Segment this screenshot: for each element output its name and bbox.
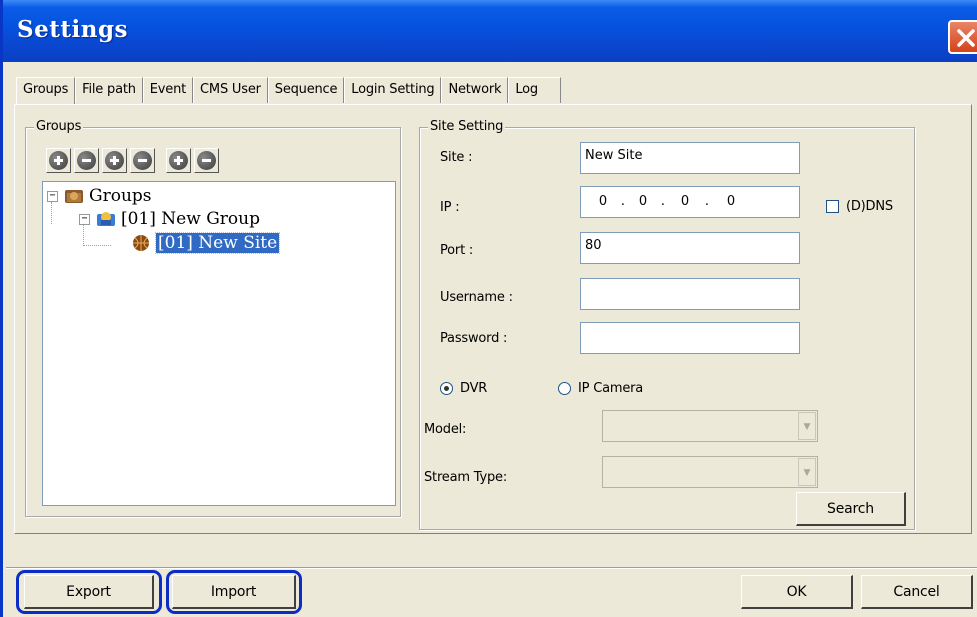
- move-up-button[interactable]: [166, 148, 191, 173]
- ddns-checkbox[interactable]: [826, 200, 839, 213]
- move-down-icon: [197, 151, 216, 170]
- port-label: Port :: [440, 243, 474, 258]
- tree-node-root[interactable]: − Groups: [47, 186, 152, 206]
- ip-dot: .: [620, 194, 626, 209]
- import-highlight: [166, 570, 302, 614]
- ip-dot: .: [660, 194, 666, 209]
- add-group-button[interactable]: [46, 148, 71, 173]
- tab-sequence[interactable]: Sequence: [267, 77, 345, 103]
- tab-login-setting[interactable]: Login Setting: [344, 77, 442, 103]
- ip-camera-radio-label: IP Camera: [578, 381, 644, 396]
- remove-group-icon: [77, 151, 96, 170]
- collapse-toggle[interactable]: −: [79, 213, 90, 225]
- group-icon: [96, 210, 116, 228]
- tab-strip: Groups File path Event CMS User Sequence…: [16, 77, 561, 105]
- dvr-radio[interactable]: [440, 382, 453, 395]
- ip-octet-2: 0: [638, 194, 648, 209]
- tree-label-site: [01] New Site: [154, 232, 281, 254]
- tab-cms-user[interactable]: CMS User: [193, 77, 268, 103]
- cancel-button[interactable]: Cancel: [861, 575, 973, 609]
- add-group-icon: [49, 151, 68, 170]
- remove-site-button[interactable]: [130, 148, 155, 173]
- dvr-radio-label: DVR: [460, 381, 488, 396]
- close-button[interactable]: [948, 20, 977, 54]
- site-input[interactable]: New Site: [580, 142, 800, 174]
- window-title: Settings: [17, 16, 128, 43]
- model-label: Model:: [424, 422, 467, 437]
- site-globe-icon: [131, 234, 151, 252]
- add-site-icon: [105, 151, 124, 170]
- dialog-body: Groups File path Event CMS User Sequence…: [6, 62, 977, 617]
- groups-folder-icon: [64, 187, 84, 205]
- groups-groupbox-label: Groups: [34, 119, 84, 134]
- settings-window: Settings Groups File path Event CMS User…: [0, 0, 977, 617]
- site-setting-groupbox: Site Setting Site : New Site IP : 0 . 0 …: [419, 119, 915, 530]
- chevron-down-icon[interactable]: ▼: [798, 412, 816, 440]
- tab-event[interactable]: Event: [142, 77, 194, 103]
- username-input[interactable]: [580, 278, 800, 310]
- groups-toolbar: [46, 148, 222, 173]
- ip-label: IP :: [440, 200, 460, 215]
- move-down-button[interactable]: [194, 148, 219, 173]
- ip-input[interactable]: 0 . 0 . 0 . 0: [580, 186, 800, 218]
- username-label: Username :: [440, 290, 513, 305]
- tree-node-group[interactable]: − [01] New Group: [79, 209, 260, 229]
- title-bar[interactable]: Settings: [3, 0, 977, 62]
- ddns-label: (D)DNS: [846, 199, 893, 214]
- search-button[interactable]: Search: [796, 492, 906, 526]
- stream-type-select[interactable]: ▼: [602, 456, 818, 488]
- groups-groupbox: Groups − Groups − [01] New Group [01] Ne…: [25, 119, 401, 517]
- ip-dot: .: [704, 194, 710, 209]
- tab-file-path[interactable]: File path: [75, 77, 143, 103]
- port-input[interactable]: 80: [580, 232, 800, 264]
- tab-groups[interactable]: Groups: [16, 77, 76, 105]
- ok-button[interactable]: OK: [741, 575, 853, 609]
- site-label: Site :: [440, 150, 473, 165]
- groups-tree[interactable]: − Groups − [01] New Group [01] New Site: [42, 181, 396, 506]
- add-site-button[interactable]: [102, 148, 127, 173]
- footer-separator: [6, 567, 977, 569]
- password-input[interactable]: [580, 322, 800, 354]
- tree-node-site[interactable]: [01] New Site: [131, 232, 281, 254]
- model-select[interactable]: ▼: [602, 410, 818, 442]
- close-icon: [957, 29, 975, 47]
- tab-log[interactable]: Log: [508, 77, 561, 103]
- remove-group-button[interactable]: [74, 148, 99, 173]
- tree-label-group: [01] New Group: [121, 209, 260, 229]
- site-setting-label: Site Setting: [428, 119, 506, 134]
- password-label: Password :: [440, 331, 508, 346]
- move-up-icon: [169, 151, 188, 170]
- tab-network[interactable]: Network: [441, 77, 509, 103]
- export-highlight: [16, 570, 162, 614]
- remove-site-icon: [133, 151, 152, 170]
- ip-octet-1: 0: [598, 194, 608, 209]
- ip-octet-4: 0: [726, 194, 736, 209]
- collapse-toggle[interactable]: −: [47, 190, 58, 202]
- ip-camera-radio[interactable]: [558, 382, 571, 395]
- tree-label-root: Groups: [89, 186, 152, 206]
- stream-type-label: Stream Type:: [424, 470, 508, 485]
- chevron-down-icon[interactable]: ▼: [798, 458, 816, 486]
- ip-octet-3: 0: [680, 194, 690, 209]
